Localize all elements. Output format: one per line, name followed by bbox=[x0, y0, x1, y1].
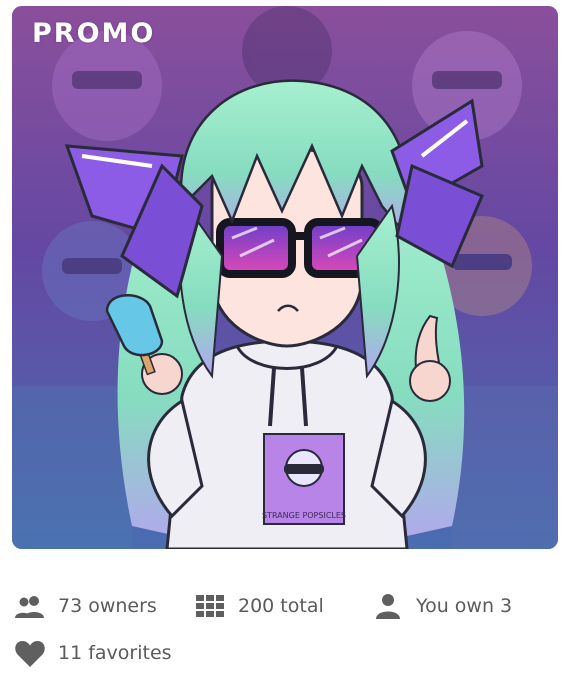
stats-row-primary: 73 owners 200 total You own 3 bbox=[12, 586, 562, 626]
stats-row-secondary: 11 favorites bbox=[12, 633, 562, 673]
owners-count: 73 owners bbox=[58, 595, 157, 617]
you-own-count: You own 3 bbox=[416, 595, 513, 617]
person-icon bbox=[370, 588, 406, 624]
total-stat[interactable]: 200 total bbox=[192, 588, 370, 624]
character-artwork: STRANGE POPSICLES bbox=[12, 6, 558, 549]
favorites-count: 11 favorites bbox=[58, 642, 172, 664]
promo-card-image[interactable]: STRANGE POPSICLES PROMO bbox=[12, 6, 558, 549]
owners-stat[interactable]: 73 owners bbox=[12, 588, 192, 624]
card-stats: 73 owners 200 total You own 3 11 favorit… bbox=[12, 586, 562, 673]
total-count: 200 total bbox=[238, 595, 324, 617]
shirt-graphic-text: STRANGE POPSICLES bbox=[262, 511, 346, 520]
heart-icon bbox=[12, 635, 48, 671]
grid-icon bbox=[192, 588, 228, 624]
you-own-stat[interactable]: You own 3 bbox=[370, 588, 540, 624]
promo-badge: PROMO bbox=[32, 18, 156, 49]
people-icon bbox=[12, 588, 48, 624]
favorites-stat[interactable]: 11 favorites bbox=[12, 635, 172, 671]
